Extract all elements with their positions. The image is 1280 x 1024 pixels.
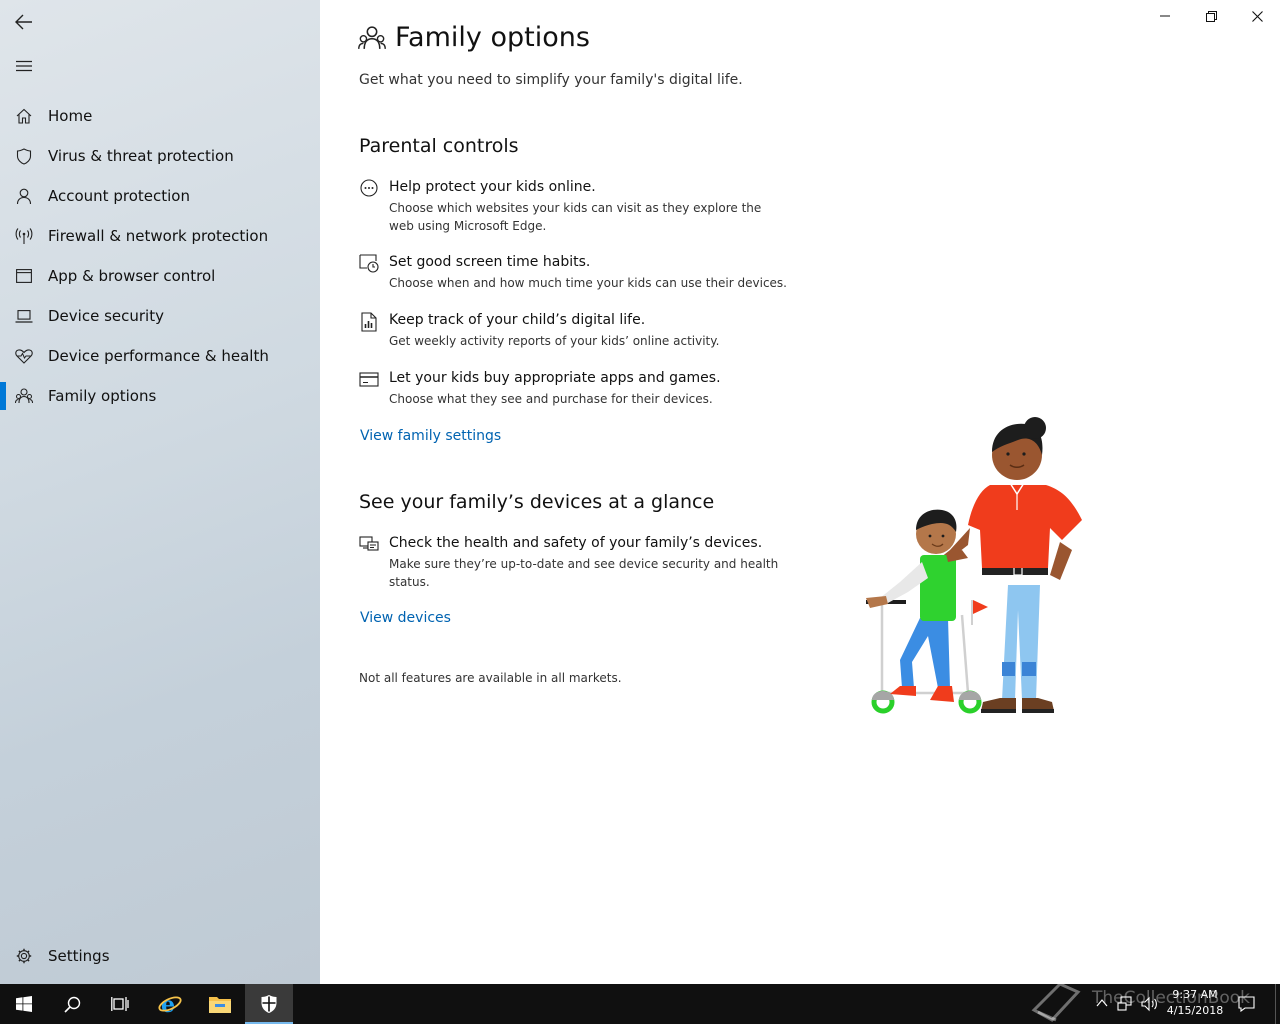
sidebar-item-label: App & browser control	[48, 267, 216, 285]
sidebar-item-app-browser[interactable]: App & browser control	[0, 256, 320, 296]
devices-icon	[359, 536, 379, 551]
file-explorer-button[interactable]	[196, 984, 244, 1024]
view-devices-link[interactable]: View devices	[360, 610, 451, 626]
search-icon	[63, 996, 80, 1013]
feature-description: Choose when and how much time your kids …	[389, 276, 787, 290]
sidebar-item-label: Device performance & health	[48, 347, 269, 365]
feature-title: Keep track of your child’s digital life.	[389, 312, 646, 328]
hamburger-icon	[16, 60, 32, 72]
browser-window-icon	[16, 269, 32, 283]
heart-pulse-icon	[15, 348, 33, 364]
feature-description: Get weekly activity reports of your kids…	[389, 334, 720, 348]
person-icon	[16, 188, 32, 204]
sidebar-item-account[interactable]: Account protection	[0, 176, 320, 216]
menu-button[interactable]	[0, 46, 48, 86]
credit-card-icon	[359, 372, 379, 387]
task-view-icon	[111, 997, 129, 1011]
sidebar: Home Virus & threat protection Account p…	[0, 0, 320, 984]
feature-title: Let your kids buy appropriate apps and g…	[389, 370, 721, 386]
feature-title: Check the health and safety of your fami…	[389, 535, 763, 551]
task-view-button[interactable]	[96, 984, 144, 1024]
sidebar-item-label: Home	[48, 107, 93, 125]
feature-title: Help protect your kids online.	[389, 179, 596, 195]
family-icon	[358, 25, 386, 49]
sidebar-item-label: Virus & threat protection	[48, 147, 234, 165]
sidebar-item-label: Account protection	[48, 187, 190, 205]
windows-defender-button[interactable]	[245, 984, 293, 1024]
watermark-text: TheCollectionBook	[1092, 988, 1251, 1008]
feature-protect-kids: Help protect your kids online. Choose wh…	[359, 179, 789, 235]
feature-title: Set good screen time habits.	[389, 254, 591, 270]
section-heading-family-devices: See your family’s devices at a glance	[359, 491, 715, 513]
sidebar-item-home[interactable]: Home	[0, 96, 320, 136]
feature-purchases: Let your kids buy appropriate apps and g…	[359, 370, 789, 410]
sidebar-item-label: Device security	[48, 307, 164, 325]
show-desktop-button[interactable]	[1275, 984, 1280, 1024]
close-icon	[1251, 10, 1263, 22]
book-logo-icon	[1031, 982, 1081, 1022]
windows-start-icon	[16, 996, 32, 1012]
minimize-icon	[1160, 15, 1170, 17]
windows-defender-icon	[261, 995, 277, 1013]
laptop-icon	[15, 309, 33, 323]
feature-device-health: Check the health and safety of your fami…	[359, 535, 789, 591]
sidebar-item-device-security[interactable]: Device security	[0, 296, 320, 336]
minimize-button[interactable]	[1142, 0, 1188, 32]
sidebar-item-firewall[interactable]: Firewall & network protection	[0, 216, 320, 256]
section-heading-parental-controls: Parental controls	[359, 135, 519, 157]
family-icon	[15, 388, 33, 404]
family-illustration	[866, 417, 1082, 714]
sidebar-item-family-options[interactable]: Family options	[0, 376, 320, 416]
restore-icon	[1205, 10, 1217, 22]
back-button[interactable]	[0, 2, 48, 42]
shield-icon	[16, 147, 32, 165]
feature-activity-reports: Keep track of your child’s digital life.…	[359, 312, 789, 352]
search-button[interactable]	[48, 984, 96, 1024]
home-icon	[16, 108, 32, 124]
restore-button[interactable]	[1188, 0, 1234, 32]
svg-text:e: e	[161, 992, 175, 1016]
adult-figure	[940, 417, 1082, 713]
page-subtitle: Get what you need to simplify your famil…	[359, 72, 743, 88]
feature-screen-time: Set good screen time habits. Choose when…	[359, 254, 789, 294]
report-icon	[361, 312, 377, 332]
feature-description: Make sure they’re up-to-date and see dev…	[389, 557, 779, 589]
view-family-settings-link[interactable]: View family settings	[360, 428, 501, 444]
screen-clock-icon	[359, 254, 379, 273]
gear-icon	[16, 948, 32, 964]
sidebar-item-virus-threat[interactable]: Virus & threat protection	[0, 136, 320, 176]
sidebar-item-device-performance[interactable]: Device performance & health	[0, 336, 320, 376]
page-title-text: Family options	[395, 22, 590, 53]
close-button[interactable]	[1234, 0, 1280, 32]
taskbar: e 9:37 AM 4/15/2018	[0, 982, 1280, 1024]
page-title: Family options	[358, 22, 590, 53]
sidebar-item-label: Family options	[48, 387, 157, 405]
back-arrow-icon	[15, 14, 32, 30]
feature-description: Choose what they see and purchase for th…	[389, 392, 713, 406]
sidebar-item-label: Settings	[48, 947, 110, 965]
sidebar-item-label: Firewall & network protection	[48, 227, 269, 245]
web-bubble-icon	[360, 179, 378, 197]
sidebar-item-settings[interactable]: Settings	[0, 936, 320, 976]
availability-footnote: Not all features are available in all ma…	[359, 671, 622, 685]
start-button[interactable]	[0, 984, 48, 1024]
antenna-icon	[15, 228, 33, 244]
file-explorer-icon	[209, 997, 231, 1013]
internet-explorer-button[interactable]: e	[146, 984, 194, 1024]
feature-description: Choose which websites your kids can visi…	[389, 201, 762, 233]
internet-explorer-icon: e	[158, 992, 182, 1016]
